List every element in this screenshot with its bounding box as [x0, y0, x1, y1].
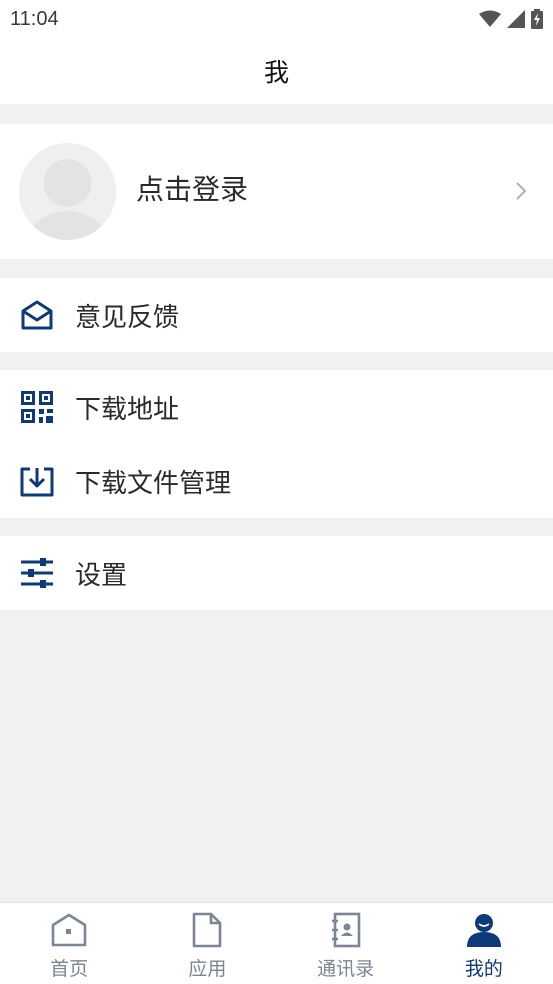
- status-time: 11:04: [10, 7, 59, 30]
- login-label: 点击登录: [136, 173, 249, 206]
- wifi-icon: [479, 10, 501, 27]
- contacts-icon: [327, 911, 365, 949]
- home-icon: [50, 911, 88, 949]
- menu-label-feedback: 意见反馈: [75, 302, 180, 333]
- menu-item-feedback[interactable]: 意见反馈: [0, 278, 553, 352]
- download-icon: [19, 463, 55, 499]
- nav-item-home[interactable]: 首页: [0, 903, 138, 984]
- download-card: 下载地址 下载文件管理: [0, 370, 553, 518]
- status-icons: [479, 9, 543, 29]
- nav-label-me: 我的: [464, 958, 503, 980]
- login-card[interactable]: 点击登录: [0, 124, 553, 259]
- sliders-icon: [19, 555, 55, 591]
- qr-code-icon: [19, 389, 55, 425]
- avatar-placeholder-icon: [27, 159, 108, 240]
- nav-item-apps[interactable]: 应用: [138, 903, 276, 984]
- menu-item-settings[interactable]: 设置: [0, 536, 553, 610]
- feedback-card: 意见反馈: [0, 278, 553, 352]
- nav-label-contacts: 通讯录: [317, 958, 375, 980]
- title-bar: 我: [0, 38, 553, 104]
- nav-label-apps: 应用: [188, 958, 227, 980]
- nav-item-me[interactable]: 我的: [415, 903, 553, 984]
- settings-card: 设置: [0, 536, 553, 610]
- menu-item-download-file-management[interactable]: 下载文件管理: [0, 444, 553, 518]
- nav-label-home: 首页: [50, 958, 89, 980]
- screen: 11:04 我 点击登录 意见反馈 下载地址 下载文件管理 设置 首页 应用 通…: [0, 0, 553, 984]
- cellular-signal-icon: [507, 10, 525, 28]
- document-icon: [188, 911, 226, 949]
- menu-item-download-address[interactable]: 下载地址: [0, 370, 553, 444]
- envelope-icon: [19, 297, 55, 333]
- user-icon: [465, 911, 503, 949]
- page-title: 我: [263, 58, 289, 87]
- battery-icon: [531, 9, 543, 29]
- avatar: [19, 143, 116, 240]
- menu-label-settings: 设置: [75, 560, 128, 591]
- menu-label-download-address: 下载地址: [75, 394, 180, 425]
- menu-label-download-file-management: 下载文件管理: [75, 468, 232, 499]
- status-bar: 11:04: [0, 0, 553, 38]
- bottom-nav: 首页 应用 通讯录 我的: [0, 902, 553, 984]
- nav-item-contacts[interactable]: 通讯录: [277, 903, 415, 984]
- chevron-right-icon: [516, 182, 527, 200]
